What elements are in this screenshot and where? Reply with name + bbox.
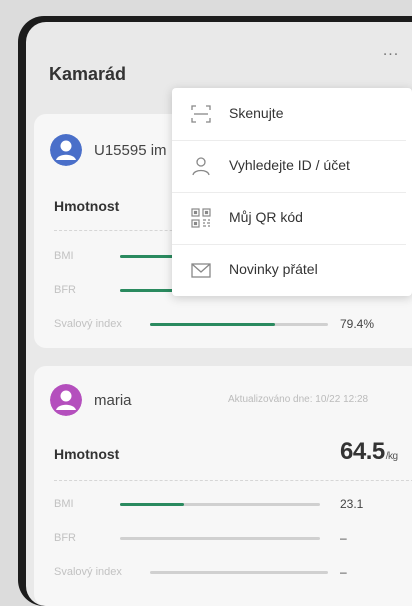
mail-icon: [190, 260, 212, 280]
menu-item-scan[interactable]: Skenujte: [172, 88, 406, 140]
username: U15595 im: [94, 142, 167, 159]
metric-value-bfr: –: [340, 531, 347, 545]
qr-code-icon: [190, 208, 212, 228]
menu-item-label: Vyhledejte ID / účet: [229, 157, 350, 173]
metric-label-bmi: BMI: [54, 498, 74, 510]
bfr-progress-bar: [120, 537, 320, 540]
username: maria: [94, 392, 132, 409]
page-title: Kamarád: [49, 64, 127, 84]
more-options-icon[interactable]: ...: [376, 43, 406, 64]
metric-value-muscle-index: –: [340, 565, 347, 579]
metric-label-bmi: BMI: [54, 250, 74, 262]
metric-label-muscle-index: Svalový index: [54, 318, 122, 330]
popup-menu: Skenujte Vyhledejte ID / účet Můj QR kód: [172, 88, 412, 296]
menu-item-label: Novinky přátel: [229, 261, 318, 277]
person-icon: [190, 156, 212, 176]
avatar: [50, 384, 82, 416]
menu-item-friend-news[interactable]: Novinky přátel: [172, 244, 406, 296]
divider: [54, 480, 412, 481]
menu-item-label: Skenujte: [229, 105, 284, 121]
metric-value-muscle-index: 79.4%: [340, 317, 375, 331]
friend-card[interactable]: maria Aktualizováno dne: 10/22 12:28 Hmo…: [34, 366, 412, 606]
muscle-index-progress-bar: [150, 571, 328, 574]
last-updated: Aktualizováno dne: 10/22 12:28: [228, 394, 369, 405]
bfr-progress-fill: [120, 289, 180, 292]
weight-number: 64.5: [340, 438, 385, 465]
weight-value: 64.5/kg: [340, 438, 398, 466]
bmi-progress-bar: [120, 503, 320, 506]
avatar: [50, 134, 82, 166]
muscle-index-progress-bar: [150, 323, 328, 326]
menu-item-label: Můj QR kód: [229, 209, 303, 225]
menu-item-search-id[interactable]: Vyhledejte ID / účet: [172, 140, 406, 192]
metric-label-bfr: BFR: [54, 532, 76, 544]
weight-unit: /kg: [385, 451, 398, 462]
metric-value-bmi: 23.1: [340, 497, 364, 511]
metric-label-bfr: BFR: [54, 284, 76, 296]
scan-icon: [190, 104, 212, 124]
weight-label: Hmotnost: [54, 446, 120, 462]
muscle-index-progress-fill: [150, 323, 275, 326]
menu-item-my-qr[interactable]: Můj QR kód: [172, 192, 406, 244]
metric-label-muscle-index: Svalový index: [54, 566, 122, 578]
weight-label: Hmotnost: [54, 198, 120, 214]
bmi-progress-fill: [120, 503, 184, 506]
